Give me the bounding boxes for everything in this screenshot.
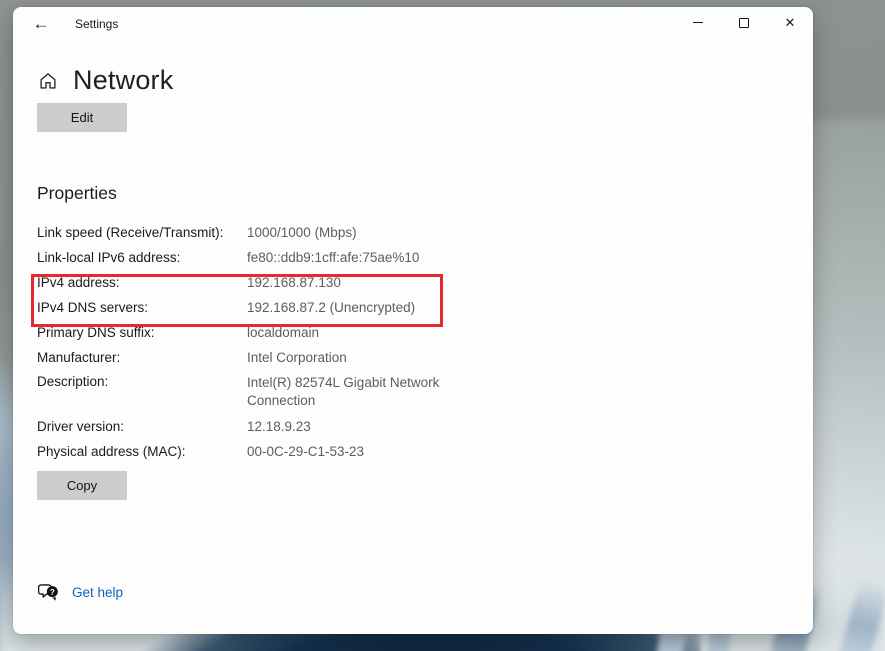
svg-text:?: ? <box>50 588 55 597</box>
property-row-link-speed: Link speed (Receive/Transmit): 1000/1000… <box>37 220 597 245</box>
close-icon: ✕ <box>785 16 796 29</box>
titlebar: ← Settings ✕ <box>13 7 813 41</box>
page-title: Network <box>73 65 173 96</box>
property-row-mac-address: Physical address (MAC): 00-0C-29-C1-53-2… <box>37 439 597 464</box>
property-value: Intel(R) 82574L Gigabit Network Connecti… <box>247 374 462 410</box>
property-value: 192.168.87.130 <box>247 274 462 292</box>
property-row-ipv4-dns: IPv4 DNS servers: 192.168.87.2 (Unencryp… <box>37 295 597 320</box>
back-button[interactable]: ← <box>25 9 57 39</box>
properties-section-title: Properties <box>37 183 117 204</box>
property-label: Primary DNS suffix: <box>37 325 247 340</box>
property-label: Link-local IPv6 address: <box>37 250 247 265</box>
window-controls: ✕ <box>675 7 813 38</box>
close-button[interactable]: ✕ <box>767 7 813 38</box>
minimize-icon <box>693 22 703 23</box>
property-label: Physical address (MAC): <box>37 444 247 459</box>
help-bubble-icon: ? <box>38 582 60 602</box>
get-help-label: Get help <box>72 585 123 600</box>
property-value: Intel Corporation <box>247 349 462 367</box>
property-row-ipv6-address: Link-local IPv6 address: fe80::ddb9:1cff… <box>37 245 597 270</box>
window-title: Settings <box>75 7 118 41</box>
get-help-link[interactable]: ? Get help <box>38 582 123 602</box>
property-label: IPv4 address: <box>37 275 247 290</box>
maximize-icon <box>739 18 749 28</box>
property-value: 12.18.9.23 <box>247 418 462 436</box>
home-icon <box>37 70 59 92</box>
minimize-button[interactable] <box>675 7 721 38</box>
properties-list: Link speed (Receive/Transmit): 1000/1000… <box>37 220 597 464</box>
edit-button[interactable]: Edit <box>37 103 127 132</box>
property-label: IPv4 DNS servers: <box>37 300 247 315</box>
property-label: Driver version: <box>37 419 247 434</box>
property-value: 192.168.87.2 (Unencrypted) <box>247 299 462 317</box>
property-row-driver-version: Driver version: 12.18.9.23 <box>37 414 597 439</box>
maximize-button[interactable] <box>721 7 767 38</box>
property-row-dns-suffix: Primary DNS suffix: localdomain <box>37 320 597 345</box>
page-header: Network <box>37 65 173 96</box>
property-row-manufacturer: Manufacturer: Intel Corporation <box>37 345 597 370</box>
property-value: fe80::ddb9:1cff:afe:75ae%10 <box>247 249 462 267</box>
property-row-description: Description: Intel(R) 82574L Gigabit Net… <box>37 370 597 414</box>
property-label: Description: <box>37 374 247 389</box>
property-value: 1000/1000 (Mbps) <box>247 224 462 242</box>
property-label: Link speed (Receive/Transmit): <box>37 225 247 240</box>
settings-window: ← Settings ✕ Network Edit Properties Lin… <box>13 7 813 634</box>
property-value: localdomain <box>247 324 462 342</box>
copy-button[interactable]: Copy <box>37 471 127 500</box>
property-value: 00-0C-29-C1-53-23 <box>247 443 462 461</box>
property-row-ipv4-address: IPv4 address: 192.168.87.130 <box>37 270 597 295</box>
property-label: Manufacturer: <box>37 350 247 365</box>
